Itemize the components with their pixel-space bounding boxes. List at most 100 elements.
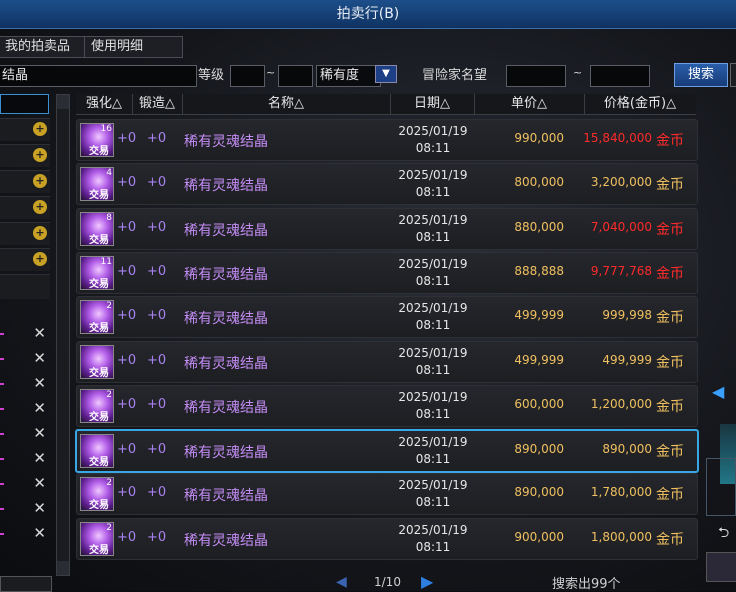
soul-crystal-icon[interactable]: 2 交易 — [80, 388, 114, 423]
history-item[interactable]: ✕ — [0, 322, 50, 346]
prev-page-icon[interactable]: ◀ — [336, 574, 347, 590]
category-item[interactable]: + — [0, 170, 50, 193]
date-value: 2025/01/19 — [398, 212, 468, 227]
history-item[interactable]: ✕ — [0, 397, 50, 421]
search-button[interactable]: 搜索 — [674, 63, 728, 87]
scroll-up-button[interactable] — [57, 95, 69, 109]
history-item[interactable]: ✕ — [0, 347, 50, 371]
trade-tag: 交易 — [89, 411, 109, 423]
table-row[interactable]: 2 交易 +0 +0 稀有灵魂结晶 2025/01/19 08:11 900,000 1,800… — [76, 517, 698, 560]
history-item[interactable]: ✕ — [0, 372, 50, 396]
table-row[interactable]: 2 交易 +0 +0 稀有灵魂结晶 2025/01/19 08:11 499,999 999,9… — [76, 296, 698, 339]
sort-unit-price[interactable]: 单价△ — [474, 94, 585, 114]
history-item[interactable]: ✕ — [0, 422, 50, 446]
enhance-value: +0 — [117, 131, 137, 146]
history-item[interactable]: ✕ — [0, 497, 50, 521]
zoom-in-icon[interactable]: + — [33, 148, 47, 162]
table-row[interactable]: 8 交易 +0 +0 稀有灵魂结晶 2025/01/19 08:11 880,000 7,040… — [76, 207, 698, 250]
history-item[interactable]: ✕ — [0, 522, 50, 546]
table-row[interactable]: 4 交易 +0 +0 稀有灵魂结晶 2025/01/19 08:11 800,000 3,200… — [76, 163, 698, 206]
close-icon[interactable]: ✕ — [33, 499, 46, 517]
stack-count: 11 — [100, 256, 112, 267]
rarity-dash — [0, 458, 4, 460]
soul-crystal-icon[interactable]: 16 交易 — [80, 123, 114, 157]
table-row[interactable]: 交易 +0 +0 稀有灵魂结晶 2025/01/19 08:11 499,999 499,99… — [76, 340, 698, 383]
category-item[interactable]: + — [0, 196, 50, 219]
close-icon[interactable]: ✕ — [33, 524, 46, 542]
soul-crystal-icon[interactable]: 交易 — [80, 344, 114, 379]
close-icon[interactable]: ✕ — [33, 449, 46, 467]
side-panel — [706, 552, 736, 582]
table-row[interactable]: 11 交易 +0 +0 稀有灵魂结晶 2025/01/19 08:11 888,888 9,77… — [76, 251, 698, 294]
zoom-in-icon[interactable]: + — [33, 252, 47, 266]
reputation-max-input[interactable] — [590, 65, 650, 87]
list-scrollbar[interactable] — [56, 94, 70, 576]
unit-price: 990,000 — [514, 131, 564, 145]
table-row[interactable]: 交易 +0 +0 稀有灵魂结晶 2025/01/19 08:11 890,000 890,00… — [75, 429, 699, 474]
category-item[interactable] — [0, 274, 50, 299]
zoom-in-icon[interactable]: + — [33, 174, 47, 188]
arrow-left-icon[interactable]: ◀ — [712, 382, 724, 401]
table-row[interactable]: 2 交易 +0 +0 稀有灵魂结晶 2025/01/19 08:11 600,000 1,200… — [76, 384, 698, 427]
zoom-in-icon[interactable]: + — [33, 226, 47, 240]
time-value: 08:11 — [415, 318, 451, 333]
time-value: 08:11 — [415, 273, 451, 288]
category-filter-input[interactable] — [0, 94, 49, 114]
close-icon[interactable]: ✕ — [33, 349, 46, 367]
time-value: 08:11 — [415, 452, 451, 467]
item-name: 稀有灵魂结晶 — [184, 178, 268, 195]
list-date: 2025/01/19 08:11 — [383, 389, 483, 423]
extra-button[interactable] — [730, 63, 736, 87]
category-item[interactable]: + — [0, 222, 50, 245]
rarity-dash — [0, 533, 4, 535]
close-icon[interactable]: ✕ — [33, 374, 46, 392]
date-value: 2025/01/19 — [398, 301, 468, 316]
soul-crystal-icon[interactable]: 8 交易 — [80, 211, 114, 246]
soul-crystal-icon[interactable]: 2 交易 — [80, 521, 114, 556]
total-price: 499,999 — [602, 352, 652, 367]
keyword-input[interactable]: 结晶 — [0, 65, 197, 87]
soul-crystal-icon[interactable]: 11 交易 — [80, 255, 114, 290]
tab-usage[interactable]: 使用明细 — [84, 36, 183, 58]
sort-select[interactable] — [0, 576, 52, 592]
history-item[interactable]: ✕ — [0, 447, 50, 471]
currency-label: 金币 — [656, 221, 684, 238]
reputation-min-input[interactable] — [506, 65, 566, 87]
tab-my-items[interactable]: 我的拍卖品 — [0, 36, 85, 58]
soul-crystal-icon[interactable]: 4 交易 — [80, 167, 114, 202]
sort-enhance[interactable]: 强化△ — [76, 94, 133, 114]
category-item[interactable]: + — [0, 144, 50, 167]
sort-forge[interactable]: 锻造△ — [132, 94, 183, 114]
rarity-dash — [0, 383, 4, 385]
enhance-value: +0 — [117, 219, 137, 235]
category-item[interactable]: + — [0, 118, 50, 141]
table-row[interactable]: 16 交易 +0 +0 稀有灵魂结晶 2025/01/19 08:11 990,000 15,8… — [76, 119, 698, 161]
level-max-input[interactable] — [278, 65, 313, 87]
sort-price[interactable]: 价格(金币)△ — [584, 94, 696, 114]
history-item[interactable]: ✕ — [0, 472, 50, 496]
item-name: 稀有灵魂结晶 — [184, 355, 268, 372]
item-name: 稀有灵魂结晶 — [184, 399, 268, 416]
sort-date[interactable]: 日期△ — [390, 94, 475, 114]
zoom-in-icon[interactable]: + — [33, 122, 47, 136]
soul-crystal-icon[interactable]: 2 交易 — [80, 300, 114, 335]
rarity-dash — [0, 433, 4, 435]
rarity-select[interactable]: 稀有度 — [316, 65, 381, 87]
close-icon[interactable]: ✕ — [33, 474, 46, 492]
level-min-input[interactable] — [230, 65, 265, 87]
time-value: 08:11 — [415, 229, 451, 244]
enhance-value: +0 — [117, 529, 137, 545]
chevron-down-icon[interactable]: ▼ — [375, 65, 397, 83]
soul-crystal-icon[interactable]: 2 交易 — [80, 477, 114, 512]
sort-name[interactable]: 名称△ — [182, 94, 391, 114]
scroll-down-button[interactable] — [57, 561, 69, 575]
category-item[interactable]: + — [0, 248, 50, 271]
close-icon[interactable]: ✕ — [33, 324, 46, 342]
next-page-icon[interactable]: ▶ — [421, 572, 433, 591]
close-icon[interactable]: ✕ — [33, 399, 46, 417]
soul-crystal-icon[interactable]: 交易 — [80, 434, 114, 469]
close-icon[interactable]: ✕ — [33, 424, 46, 442]
refresh-icon[interactable]: ⮌ — [718, 522, 729, 546]
zoom-in-icon[interactable]: + — [33, 200, 47, 214]
table-row[interactable]: 2 交易 +0 +0 稀有灵魂结晶 2025/01/19 08:11 890,000 1,780… — [76, 473, 698, 516]
